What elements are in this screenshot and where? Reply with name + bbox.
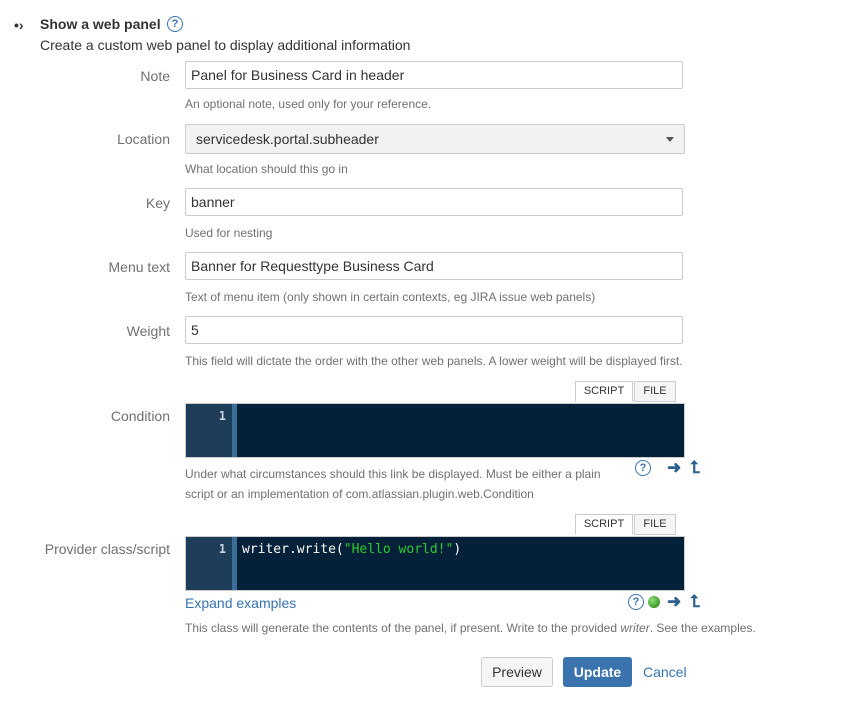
editor-gutter: 1 xyxy=(186,537,232,590)
note-field[interactable] xyxy=(185,61,683,89)
weight-field[interactable] xyxy=(185,316,683,344)
condition-tab-file[interactable]: FILE xyxy=(634,381,676,402)
code-prefix: writer.write( xyxy=(242,542,344,557)
provider-arrow-up-icon[interactable]: ⮤ xyxy=(690,592,700,612)
condition-arrow-up-icon[interactable]: ⮤ xyxy=(690,458,700,478)
provider-hint-em: writer xyxy=(620,621,650,635)
provider-arrow-right-icon[interactable]: ➜ xyxy=(667,592,681,612)
help-icon[interactable]: ? xyxy=(167,16,183,32)
location-selected-value: servicedesk.portal.subheader xyxy=(196,131,379,147)
location-label: Location xyxy=(117,131,170,147)
note-hint: An optional note, used only for your ref… xyxy=(185,97,432,111)
preview-button[interactable]: Preview xyxy=(481,657,553,687)
weight-hint: This field will dictate the order with t… xyxy=(185,354,683,368)
section-bullet-icon: •› xyxy=(14,17,24,33)
editor-gutter: 1 xyxy=(186,404,232,457)
provider-hint: This class will generate the contents of… xyxy=(185,621,756,635)
status-ok-icon xyxy=(648,596,660,608)
cancel-link[interactable]: Cancel xyxy=(643,664,687,680)
weight-label: Weight xyxy=(126,323,170,339)
section-title: Show a web panel xyxy=(40,16,161,32)
provider-hint-after: . See the examples. xyxy=(649,621,756,635)
condition-label: Condition xyxy=(110,408,170,424)
provider-help-icon[interactable]: ? xyxy=(628,594,644,610)
provider-tab-file[interactable]: FILE xyxy=(634,514,676,535)
line-number: 1 xyxy=(218,409,226,423)
line-number: 1 xyxy=(218,542,226,556)
editor-gutter-bar xyxy=(232,537,237,590)
editor-gutter-bar xyxy=(232,404,237,457)
location-select[interactable]: servicedesk.portal.subheader xyxy=(185,124,685,154)
chevron-down-icon xyxy=(666,137,674,142)
condition-tab-script[interactable]: SCRIPT xyxy=(575,381,633,402)
condition-hint-line1: Under what circumstances should this lin… xyxy=(185,467,601,481)
note-label: Note xyxy=(140,68,170,84)
menu-text-label: Menu text xyxy=(108,259,170,275)
provider-code-editor[interactable]: 1 writer.write("Hello world!") xyxy=(185,536,685,591)
condition-hint-line2: script or an implementation of com.atlas… xyxy=(185,487,534,501)
condition-arrow-right-icon[interactable]: ➜ xyxy=(667,458,681,478)
key-hint: Used for nesting xyxy=(185,226,273,240)
section-description: Create a custom web panel to display add… xyxy=(40,37,411,53)
code-string: "Hello world!" xyxy=(343,542,454,557)
code-suffix: ) xyxy=(453,542,462,557)
key-label: Key xyxy=(145,195,170,211)
key-field[interactable] xyxy=(185,188,683,216)
expand-examples-link[interactable]: Expand examples xyxy=(185,595,296,611)
menu-text-field[interactable] xyxy=(185,252,683,280)
update-button[interactable]: Update xyxy=(563,657,632,687)
provider-code: writer.write("Hello world!") xyxy=(242,542,461,557)
provider-hint-before: This class will generate the contents of… xyxy=(185,621,621,635)
location-hint: What location should this go in xyxy=(185,162,348,176)
menu-text-hint: Text of menu item (only shown in certain… xyxy=(185,290,596,304)
provider-label: Provider class/script xyxy=(44,541,170,557)
condition-help-icon[interactable]: ? xyxy=(635,460,651,476)
condition-code-editor[interactable]: 1 xyxy=(185,403,685,458)
provider-tab-script[interactable]: SCRIPT xyxy=(575,514,633,535)
